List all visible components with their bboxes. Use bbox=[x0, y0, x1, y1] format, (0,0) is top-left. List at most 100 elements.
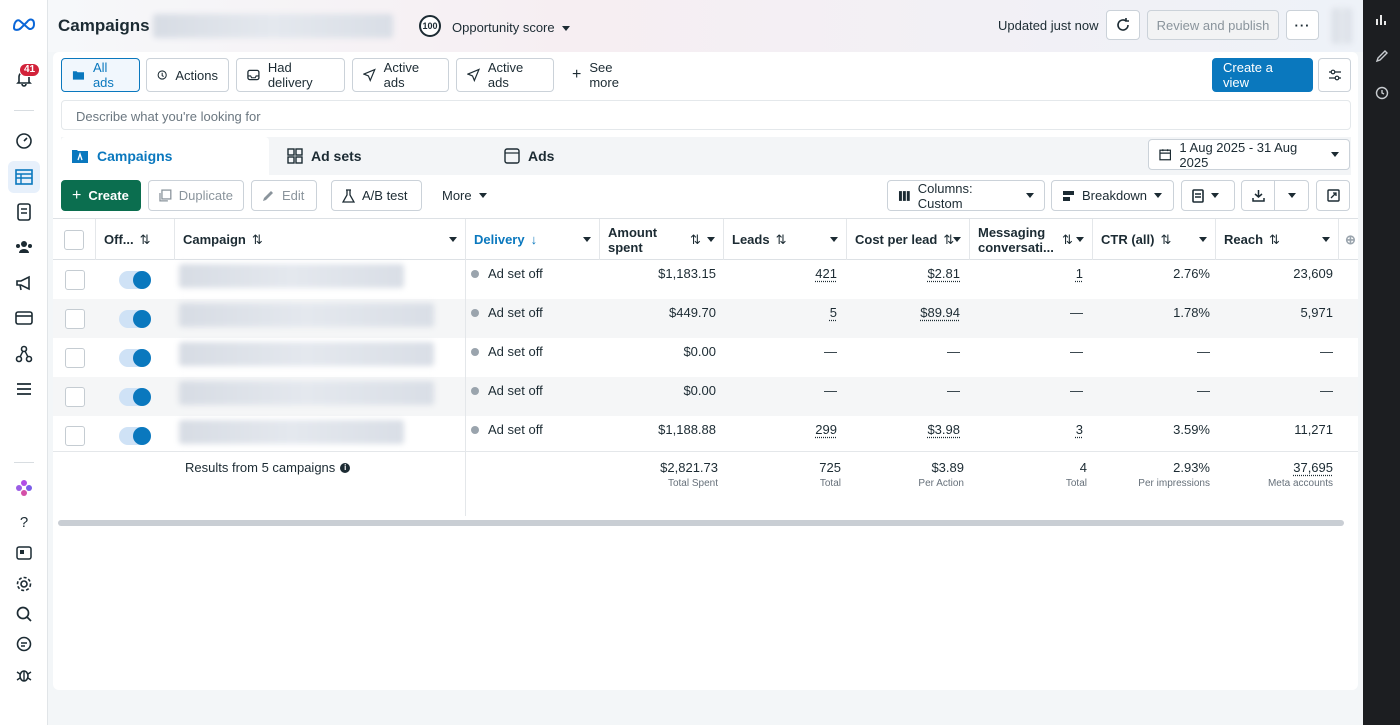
horizontal-scrollbar[interactable] bbox=[58, 520, 1344, 526]
catalog-icon[interactable] bbox=[8, 196, 40, 228]
row-checkbox[interactable] bbox=[65, 425, 85, 446]
info-icon[interactable]: i bbox=[340, 462, 351, 473]
filter-active-ads[interactable]: Active ads bbox=[352, 58, 449, 92]
chevron-down-icon[interactable] bbox=[830, 237, 838, 242]
messaging-cell[interactable]: — bbox=[970, 332, 1083, 371]
view-settings-button[interactable] bbox=[1318, 58, 1351, 92]
table-row[interactable]: Ad set off $1,188.88 299 $3.98 3 3.59% 11,271 bbox=[53, 416, 1358, 455]
leads-cell[interactable]: — bbox=[724, 332, 837, 371]
campaign-name-redacted[interactable] bbox=[179, 264, 404, 288]
table-icon[interactable] bbox=[8, 161, 40, 193]
leads-cell[interactable]: 299 bbox=[724, 410, 837, 449]
see-more-filters[interactable]: + See more bbox=[561, 58, 647, 92]
add-column-icon[interactable]: ⊕ bbox=[1339, 219, 1358, 260]
audiences-icon[interactable] bbox=[8, 231, 40, 263]
chevron-down-icon[interactable] bbox=[1199, 237, 1207, 242]
messaging-cell[interactable]: 3 bbox=[970, 410, 1083, 449]
chevron-down-icon[interactable] bbox=[953, 237, 961, 242]
help-icon[interactable]: ? bbox=[8, 506, 40, 538]
column-off-on[interactable]: Off... ⇅ bbox=[96, 219, 175, 260]
sort-icon[interactable]: ⇅ bbox=[1062, 232, 1073, 248]
columns-button[interactable]: Columns: Custom bbox=[887, 180, 1045, 211]
ab-test-button[interactable]: A/B test bbox=[331, 180, 422, 211]
campaign-name-redacted[interactable] bbox=[179, 420, 404, 444]
more-options-button[interactable]: ··· bbox=[1286, 10, 1319, 40]
meta-logo-icon[interactable] bbox=[8, 8, 40, 40]
campaign-name-redacted[interactable] bbox=[179, 303, 434, 327]
feedback-icon[interactable] bbox=[8, 628, 40, 660]
billing-card-icon[interactable] bbox=[8, 302, 40, 334]
more-button[interactable]: More bbox=[431, 180, 497, 211]
gear-icon[interactable] bbox=[8, 568, 40, 600]
breakdown-button[interactable]: Breakdown bbox=[1051, 180, 1174, 211]
sort-icon[interactable]: ⇅ bbox=[690, 232, 701, 248]
messaging-cell[interactable]: — bbox=[970, 293, 1083, 332]
sort-icon[interactable]: ⇅ bbox=[1160, 232, 1171, 248]
filter-active-ads-2[interactable]: Active ads bbox=[456, 58, 554, 92]
row-checkbox[interactable] bbox=[65, 386, 85, 407]
search-input[interactable]: Describe what you're looking for bbox=[61, 100, 1351, 130]
megaphone-icon[interactable] bbox=[8, 267, 40, 299]
campaign-toggle[interactable] bbox=[119, 309, 151, 328]
campaign-toggle[interactable] bbox=[119, 270, 151, 289]
chart-icon[interactable] bbox=[1372, 10, 1392, 30]
chevron-down-icon[interactable] bbox=[1076, 237, 1084, 242]
search-icon[interactable] bbox=[8, 598, 40, 630]
tab-campaigns[interactable]: Campaigns bbox=[61, 137, 269, 175]
campaign-toggle[interactable] bbox=[119, 426, 151, 445]
opportunity-score-icon[interactable]: 100 bbox=[419, 15, 441, 37]
filter-all-ads[interactable]: All ads bbox=[61, 58, 140, 92]
expand-button[interactable] bbox=[1316, 180, 1350, 211]
avatar[interactable] bbox=[1332, 8, 1352, 44]
chevron-down-icon[interactable] bbox=[583, 237, 591, 242]
campaign-name-redacted[interactable] bbox=[179, 342, 434, 366]
reports-button[interactable] bbox=[1181, 180, 1235, 211]
chevron-down-icon[interactable] bbox=[449, 237, 457, 242]
leads-cell[interactable]: — bbox=[724, 371, 837, 410]
leads-cell[interactable]: 5 bbox=[724, 293, 837, 332]
create-button[interactable]: + Create bbox=[61, 180, 141, 211]
tab-ads[interactable]: Ads bbox=[494, 137, 702, 175]
row-checkbox[interactable] bbox=[65, 269, 85, 290]
campaign-toggle[interactable] bbox=[119, 387, 151, 406]
campaign-name-redacted[interactable] bbox=[179, 381, 434, 405]
messaging-cell[interactable]: — bbox=[970, 371, 1083, 410]
opportunity-score[interactable]: Opportunity score bbox=[452, 20, 570, 35]
row-checkbox[interactable] bbox=[65, 347, 85, 368]
messaging-cell[interactable]: 1 bbox=[970, 254, 1083, 293]
chevron-down-icon[interactable] bbox=[707, 237, 715, 242]
pencil-icon[interactable] bbox=[1372, 46, 1392, 66]
filter-had-delivery[interactable]: Had delivery bbox=[236, 58, 345, 92]
sort-icon[interactable]: ⇅ bbox=[776, 232, 787, 248]
duplicate-button[interactable]: Duplicate bbox=[148, 180, 244, 211]
review-publish-button[interactable]: Review and publish bbox=[1147, 10, 1279, 40]
flower-icon[interactable] bbox=[8, 472, 40, 504]
export-options-button[interactable] bbox=[1274, 180, 1309, 211]
filter-actions[interactable]: Actions bbox=[146, 58, 229, 92]
leads-cell[interactable]: 421 bbox=[724, 254, 837, 293]
cpl-cell[interactable]: — bbox=[847, 371, 960, 410]
sort-icon[interactable]: ⇅ bbox=[140, 232, 151, 248]
sort-desc-icon[interactable]: ↓ bbox=[531, 232, 538, 247]
sort-icon[interactable]: ⇅ bbox=[252, 232, 263, 248]
select-all-checkbox[interactable] bbox=[64, 229, 84, 250]
clock-icon[interactable] bbox=[1372, 83, 1392, 103]
news-icon[interactable] bbox=[8, 537, 40, 569]
edit-button[interactable]: Edit bbox=[251, 180, 317, 211]
refresh-button[interactable] bbox=[1106, 10, 1140, 40]
column-campaign[interactable]: Campaign ⇅ bbox=[175, 219, 466, 260]
export-button[interactable] bbox=[1241, 180, 1275, 211]
create-view-button[interactable]: Create a view bbox=[1212, 58, 1313, 92]
cpl-cell[interactable]: — bbox=[847, 332, 960, 371]
menu-icon[interactable] bbox=[8, 373, 40, 405]
pixels-icon[interactable] bbox=[8, 338, 40, 370]
cpl-cell[interactable]: $2.81 bbox=[847, 254, 960, 293]
account-selector[interactable] bbox=[153, 14, 393, 38]
date-range-picker[interactable]: 1 Aug 2025 - 31 Aug 2025 bbox=[1148, 139, 1350, 170]
sort-icon[interactable]: ⇅ bbox=[1269, 232, 1280, 248]
row-checkbox[interactable] bbox=[65, 308, 85, 329]
cpl-cell[interactable]: $89.94 bbox=[847, 293, 960, 332]
bug-icon[interactable] bbox=[8, 659, 40, 691]
tab-ad-sets[interactable]: Ad sets bbox=[277, 137, 485, 175]
chevron-down-icon[interactable] bbox=[1322, 237, 1330, 242]
